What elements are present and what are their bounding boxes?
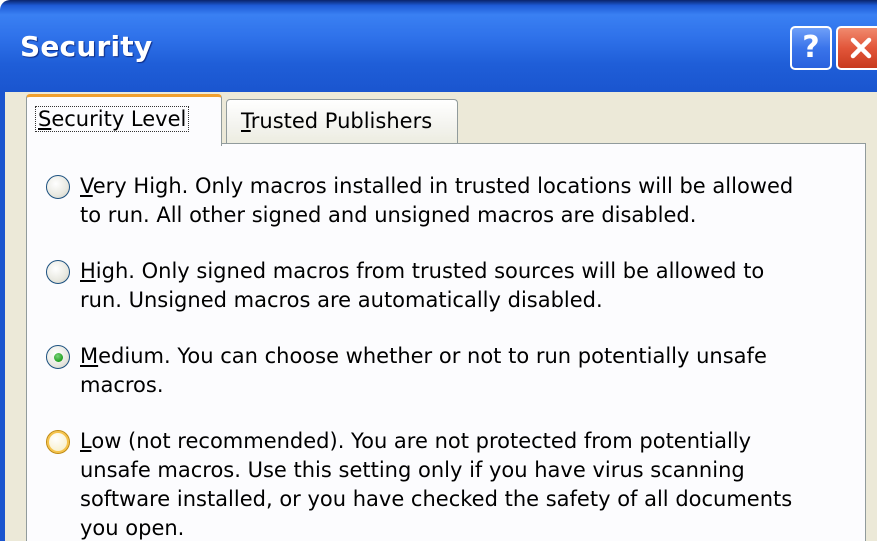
mnemonic: V bbox=[80, 174, 93, 198]
option-low[interactable]: Low (not recommended). You are not prote… bbox=[46, 427, 792, 541]
label-line: igh. Only signed macros from trusted sou… bbox=[95, 259, 765, 283]
label-line: unsafe macros. Use this setting only if … bbox=[80, 458, 745, 482]
option-high[interactable]: High. Only signed macros from trusted so… bbox=[46, 257, 764, 315]
label-line: you open. bbox=[80, 516, 185, 540]
close-button[interactable] bbox=[836, 26, 877, 70]
tab-trusted-publishers-label: Trusted Publishers bbox=[241, 109, 432, 133]
mnemonic: H bbox=[80, 259, 96, 283]
label-line: ery High. Only macros installed in trust… bbox=[92, 174, 794, 198]
help-button[interactable]: ? bbox=[790, 26, 832, 70]
radio-high[interactable] bbox=[46, 260, 70, 284]
security-dialog: Security ? Security Level Trusted Publis… bbox=[0, 0, 877, 541]
label-line: software installed, or you have checked … bbox=[80, 487, 793, 511]
mnemonic: S bbox=[38, 107, 52, 131]
close-icon bbox=[850, 37, 872, 59]
option-high-label: High. Only signed macros from trusted so… bbox=[80, 257, 764, 315]
option-low-label: Low (not recommended). You are not prote… bbox=[80, 427, 792, 541]
mnemonic: T bbox=[241, 109, 251, 133]
radio-very-high[interactable] bbox=[46, 175, 70, 199]
label-line: to run. All other signed and unsigned ma… bbox=[80, 203, 697, 227]
option-medium[interactable]: Medium. You can choose whether or not to… bbox=[46, 342, 767, 400]
label-line: macros. bbox=[80, 373, 164, 397]
label-rest: rusted Publishers bbox=[250, 109, 433, 133]
help-icon: ? bbox=[802, 30, 820, 65]
label-rest: ecurity Level bbox=[51, 107, 187, 131]
option-very-high-label: Very High. Only macros installed in trus… bbox=[80, 172, 793, 230]
label-line: edium. You can choose whether or not to … bbox=[98, 344, 767, 368]
option-medium-label: Medium. You can choose whether or not to… bbox=[80, 342, 767, 400]
tab-trusted-publishers[interactable]: Trusted Publishers bbox=[226, 99, 458, 144]
mnemonic: M bbox=[80, 344, 99, 368]
tab-security-level-label: Security Level bbox=[35, 106, 190, 132]
label-line: run. Unsigned macros are automatically d… bbox=[80, 288, 603, 312]
title-bar[interactable]: Security ? bbox=[0, 0, 877, 92]
label-line: ow (not recommended). You are not protec… bbox=[91, 429, 752, 453]
window-title: Security bbox=[20, 30, 153, 63]
tab-security-level[interactable]: Security Level bbox=[26, 94, 222, 146]
radio-medium[interactable] bbox=[46, 345, 70, 369]
radio-low[interactable] bbox=[46, 430, 70, 454]
mnemonic: L bbox=[80, 429, 92, 453]
option-very-high[interactable]: Very High. Only macros installed in trus… bbox=[46, 172, 793, 230]
